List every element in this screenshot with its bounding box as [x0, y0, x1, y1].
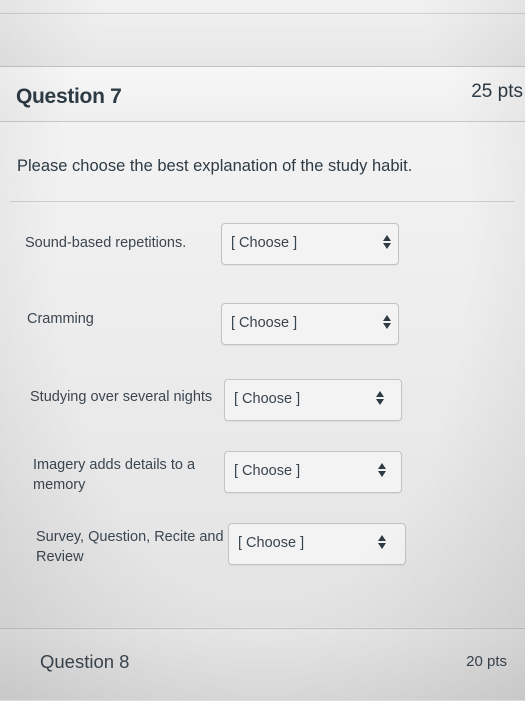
prompt-divider — [10, 201, 515, 202]
question-8-card: Question 8 20 pts — [0, 628, 525, 701]
answer-select-dropdown[interactable]: [ Choose ] — [221, 223, 399, 265]
question-title: Question 8 — [40, 651, 130, 672]
up-down-caret-icon — [382, 315, 392, 329]
match-row-sq3r: Survey, Question, Recite and Review [ Ch… — [0, 521, 525, 591]
match-row-studying-over-several-nights: Studying over several nights [ Choose ] — [0, 373, 525, 433]
question-points: 25 pts — [471, 81, 523, 102]
match-label: Studying over several nights — [30, 389, 213, 405]
up-down-caret-icon — [377, 463, 387, 477]
up-down-caret-icon — [377, 535, 387, 549]
answer-select-dropdown[interactable]: [ Choose ] — [228, 523, 406, 565]
up-down-caret-icon — [375, 391, 385, 405]
question-points: 20 pts — [466, 653, 507, 670]
match-row-imagery: Imagery adds details to a memory [ Choos… — [0, 447, 525, 517]
select-value: [ Choose ] — [234, 463, 301, 479]
match-label-line-2: memory — [33, 477, 86, 493]
match-row-sound-based: Sound-based repetitions. [ Choose ] — [0, 217, 525, 277]
up-down-caret-icon — [382, 235, 392, 249]
question-7-header: Question 7 25 pts — [0, 67, 525, 122]
top-divider — [0, 13, 525, 14]
answer-select-dropdown[interactable]: [ Choose ] — [224, 379, 402, 421]
match-label: Cramming — [27, 311, 94, 327]
match-label-line-1: Imagery adds details to a — [33, 457, 196, 473]
question-title: Question 7 — [16, 85, 122, 108]
answer-select-dropdown[interactable]: [ Choose ] — [221, 303, 399, 345]
page-top-area — [0, 0, 525, 66]
match-label-line-1: Survey, Question, Recite and — [36, 529, 224, 545]
match-label: Imagery adds details to a memory — [33, 455, 195, 495]
question-7-card: Question 7 25 pts Please choose the best… — [0, 66, 525, 627]
select-value: [ Choose ] — [231, 315, 298, 331]
match-label: Sound-based repetitions. — [25, 235, 187, 251]
answer-select-dropdown[interactable]: [ Choose ] — [224, 451, 402, 493]
question-prompt: Please choose the best explanation of th… — [17, 157, 413, 175]
match-label: Survey, Question, Recite and Review — [36, 527, 224, 567]
select-value: [ Choose ] — [231, 235, 298, 251]
match-row-cramming: Cramming [ Choose ] — [0, 295, 525, 355]
match-label-line-2: Review — [36, 549, 84, 565]
select-value: [ Choose ] — [238, 535, 305, 551]
select-value: [ Choose ] — [234, 391, 301, 407]
